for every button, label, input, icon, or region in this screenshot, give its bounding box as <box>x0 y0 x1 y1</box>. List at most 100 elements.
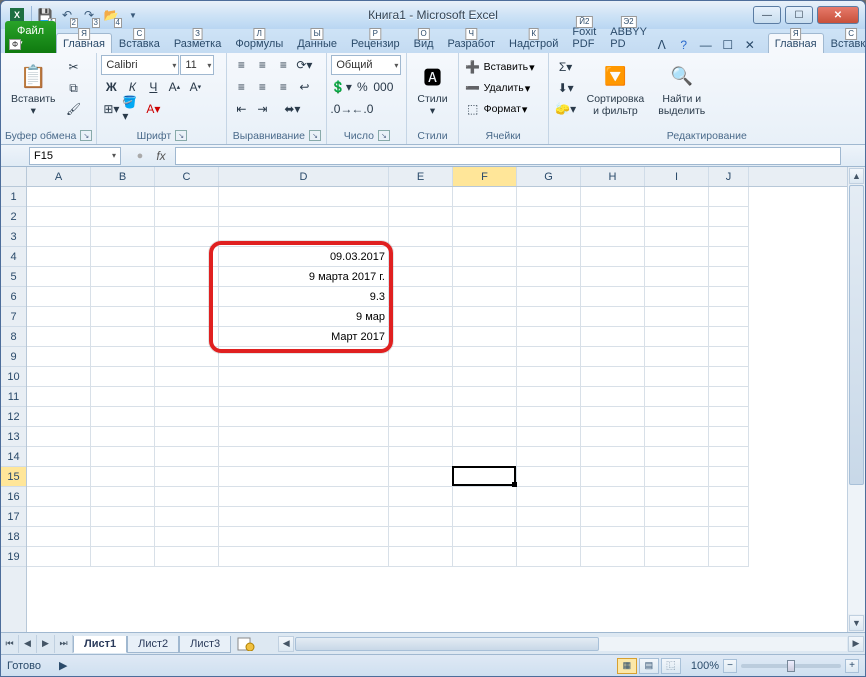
cell-H15[interactable] <box>581 467 645 487</box>
cell-J11[interactable] <box>709 387 749 407</box>
cell-G12[interactable] <box>517 407 581 427</box>
cell-D11[interactable] <box>219 387 389 407</box>
cell-D17[interactable] <box>219 507 389 527</box>
cell-D16[interactable] <box>219 487 389 507</box>
cell-I6[interactable] <box>645 287 709 307</box>
cell-A12[interactable] <box>27 407 91 427</box>
row-header-18[interactable]: 18 <box>1 527 26 547</box>
cell-A9[interactable] <box>27 347 91 367</box>
cell-F8[interactable] <box>453 327 517 347</box>
cell-B8[interactable] <box>91 327 155 347</box>
ribbon-tab[interactable]: ГлавнаяЯ <box>56 33 112 53</box>
row-header-14[interactable]: 14 <box>1 447 26 467</box>
cell-E5[interactable] <box>389 267 453 287</box>
row-header-5[interactable]: 5 <box>1 267 26 287</box>
ribbon-tab[interactable]: РазметкаЗ <box>167 33 229 53</box>
cell-E7[interactable] <box>389 307 453 327</box>
cell-J7[interactable] <box>709 307 749 327</box>
row-header-8[interactable]: 8 <box>1 327 26 347</box>
ribbon-tab-вставка[interactable]: ВставкаС <box>824 33 866 53</box>
cell-F5[interactable] <box>453 267 517 287</box>
cell-J12[interactable] <box>709 407 749 427</box>
cell-E16[interactable] <box>389 487 453 507</box>
cell-J19[interactable] <box>709 547 749 567</box>
sheet-tab[interactable]: Лист1 <box>73 636 127 653</box>
workbook-close[interactable]: ✕ <box>742 37 758 53</box>
scroll-down[interactable]: ▼ <box>849 615 864 631</box>
ribbon-tab[interactable]: РазработЧ <box>441 33 502 53</box>
cell-E19[interactable] <box>389 547 453 567</box>
align-bottom[interactable]: ≡ <box>273 55 293 75</box>
paste-button[interactable]: 📋 Вставить▾ <box>5 55 62 123</box>
cell-D2[interactable] <box>219 207 389 227</box>
cell-J4[interactable] <box>709 247 749 267</box>
cell-H9[interactable] <box>581 347 645 367</box>
cell-G14[interactable] <box>517 447 581 467</box>
cell-H17[interactable] <box>581 507 645 527</box>
cell-C11[interactable] <box>155 387 219 407</box>
ribbon-tab[interactable]: РецензирР <box>344 33 407 53</box>
qat-extra[interactable]: 📂4 <box>100 4 122 26</box>
cell-J6[interactable] <box>709 287 749 307</box>
increase-indent[interactable]: ⇥ <box>252 99 272 119</box>
decrease-decimal[interactable]: ←.0 <box>352 99 372 119</box>
ribbon-tab[interactable]: Foxit PDFЙ2 <box>565 21 603 53</box>
cell-J5[interactable] <box>709 267 749 287</box>
cell-J9[interactable] <box>709 347 749 367</box>
vscroll-thumb[interactable] <box>849 185 864 485</box>
cell-I14[interactable] <box>645 447 709 467</box>
delete-cells-button[interactable]: ➖Удалить▾ <box>463 78 531 98</box>
cells-area[interactable]: 09.03.20179 марта 2017 г.9.39 марМарт 20… <box>27 187 847 567</box>
cell-D10[interactable] <box>219 367 389 387</box>
cell-E12[interactable] <box>389 407 453 427</box>
cell-E13[interactable] <box>389 427 453 447</box>
cell-B6[interactable] <box>91 287 155 307</box>
font-size-combo[interactable]: 11▾ <box>180 55 214 75</box>
row-header-19[interactable]: 19 <box>1 547 26 567</box>
align-center[interactable]: ≡ <box>252 77 272 97</box>
cell-J18[interactable] <box>709 527 749 547</box>
cell-A14[interactable] <box>27 447 91 467</box>
cell-C14[interactable] <box>155 447 219 467</box>
cut-button[interactable]: ✂ <box>64 57 84 77</box>
cell-B7[interactable] <box>91 307 155 327</box>
cell-J16[interactable] <box>709 487 749 507</box>
cell-B19[interactable] <box>91 547 155 567</box>
zoom-level[interactable]: 100% <box>691 660 719 672</box>
col-header-F[interactable]: F <box>453 167 517 186</box>
cell-E15[interactable] <box>389 467 453 487</box>
cell-F9[interactable] <box>453 347 517 367</box>
normal-view-button[interactable]: ▦ <box>617 658 637 674</box>
comma-style-button[interactable]: 000 <box>373 77 393 97</box>
scroll-right[interactable]: ▶ <box>848 636 864 652</box>
cell-G3[interactable] <box>517 227 581 247</box>
cell-J14[interactable] <box>709 447 749 467</box>
cell-G5[interactable] <box>517 267 581 287</box>
sheet-tab[interactable]: Лист3 <box>179 636 231 653</box>
cell-C6[interactable] <box>155 287 219 307</box>
cell-B14[interactable] <box>91 447 155 467</box>
ribbon-tab[interactable]: ВидО <box>407 33 441 53</box>
cell-F19[interactable] <box>453 547 517 567</box>
workbook-min[interactable]: — <box>698 37 714 53</box>
row-header-2[interactable]: 2 <box>1 207 26 227</box>
cell-F7[interactable] <box>453 307 517 327</box>
file-tab[interactable]: Файл ▾Ф <box>5 21 56 53</box>
cell-G1[interactable] <box>517 187 581 207</box>
cell-H3[interactable] <box>581 227 645 247</box>
cell-D9[interactable] <box>219 347 389 367</box>
horizontal-scrollbar[interactable]: ◀ ▶ <box>277 635 865 653</box>
cell-F17[interactable] <box>453 507 517 527</box>
cell-G15[interactable] <box>517 467 581 487</box>
increase-decimal[interactable]: .0→ <box>331 99 351 119</box>
cell-C8[interactable] <box>155 327 219 347</box>
cell-G19[interactable] <box>517 547 581 567</box>
bold-button[interactable]: Ж <box>101 77 121 97</box>
cell-C4[interactable] <box>155 247 219 267</box>
cell-D8[interactable]: Март 2017 <box>219 327 389 347</box>
row-header-13[interactable]: 13 <box>1 427 26 447</box>
cell-E6[interactable] <box>389 287 453 307</box>
cell-F1[interactable] <box>453 187 517 207</box>
row-header-1[interactable]: 1 <box>1 187 26 207</box>
cell-D6[interactable]: 9.3 <box>219 287 389 307</box>
